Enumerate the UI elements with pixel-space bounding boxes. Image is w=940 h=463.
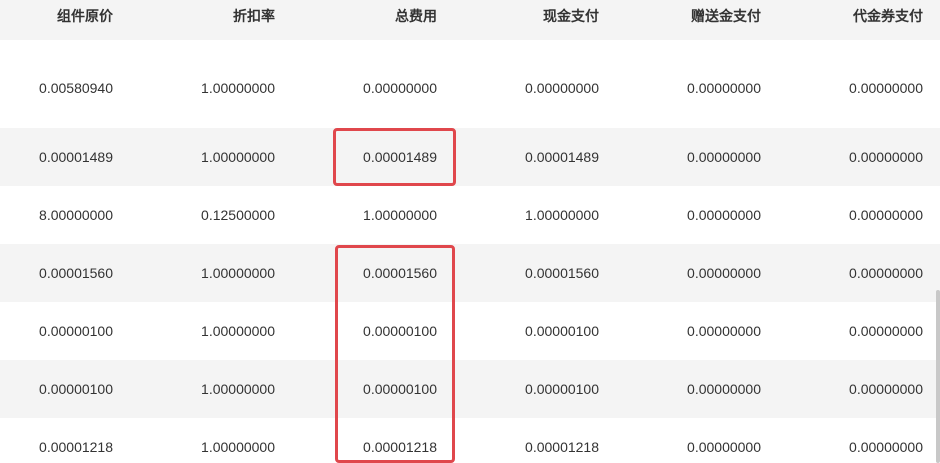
column-header-total-cost[interactable]: 总费用: [395, 0, 437, 40]
billing-table-viewport: 组件原价 折扣率 总费用 现金支付 赠送金支付 代金券支付 0.00580940…: [0, 0, 940, 463]
cell-discount-rate: 1.00000000: [201, 439, 275, 455]
column-header-voucher-payment[interactable]: 代金券支付: [853, 0, 923, 40]
table-row: 0.00580940 1.00000000 0.00000000 0.00000…: [0, 59, 940, 117]
header-spacer: [0, 40, 940, 50]
cell-voucher-payment: 0.00000000: [849, 149, 923, 165]
scrollbar-thumb[interactable]: [936, 290, 940, 463]
cell-discount-rate: 1.00000000: [201, 381, 275, 397]
cell-cash-payment: 1.00000000: [525, 207, 599, 223]
cell-total-cost: 0.00000000: [363, 80, 437, 96]
cell-cash-payment: 0.00000100: [525, 323, 599, 339]
cell-original-price: 0.00000100: [39, 323, 113, 339]
cell-bonus-payment: 0.00000000: [687, 265, 761, 281]
cell-total-cost: 0.00000100: [363, 381, 437, 397]
cell-original-price: 0.00001218: [39, 439, 113, 455]
cell-original-price: 0.00580940: [39, 80, 113, 96]
cell-total-cost: 0.00001218: [363, 439, 437, 455]
cell-original-price: 0.00000100: [39, 381, 113, 397]
cell-discount-rate: 1.00000000: [201, 323, 275, 339]
cell-discount-rate: 1.00000000: [201, 80, 275, 96]
cell-bonus-payment: 0.00000000: [687, 439, 761, 455]
cell-cash-payment: 0.00001560: [525, 265, 599, 281]
cell-bonus-payment: 0.00000000: [687, 80, 761, 96]
column-header-cash-payment[interactable]: 现金支付: [543, 0, 599, 40]
cell-voucher-payment: 0.00000000: [849, 80, 923, 96]
cell-voucher-payment: 0.00000000: [849, 207, 923, 223]
table-row: 0.00001489 1.00000000 0.00001489 0.00001…: [0, 128, 940, 186]
table-row: 0.00000100 1.00000000 0.00000100 0.00000…: [0, 302, 940, 360]
table-row: 0.00000100 1.00000000 0.00000100 0.00000…: [0, 360, 940, 418]
cell-cash-payment: 0.00001218: [525, 439, 599, 455]
cell-bonus-payment: 0.00000000: [687, 381, 761, 397]
cell-original-price: 0.00001489: [39, 149, 113, 165]
cell-voucher-payment: 0.00000000: [849, 265, 923, 281]
cell-voucher-payment: 0.00000000: [849, 439, 923, 455]
cell-cash-payment: 0.00000100: [525, 381, 599, 397]
table-header: 组件原价 折扣率 总费用 现金支付 赠送金支付 代金券支付: [0, 0, 940, 40]
cell-discount-rate: 1.00000000: [201, 265, 275, 281]
cell-bonus-payment: 0.00000000: [687, 323, 761, 339]
cell-bonus-payment: 0.00000000: [687, 149, 761, 165]
cell-discount-rate: 1.00000000: [201, 149, 275, 165]
table-row: 8.00000000 0.12500000 1.00000000 1.00000…: [0, 186, 940, 244]
cell-bonus-payment: 0.00000000: [687, 207, 761, 223]
cell-original-price: 8.00000000: [39, 207, 113, 223]
column-header-bonus-payment[interactable]: 赠送金支付: [691, 0, 761, 40]
cell-original-price: 0.00001560: [39, 265, 113, 281]
cell-total-cost: 0.00000100: [363, 323, 437, 339]
cell-voucher-payment: 0.00000000: [849, 381, 923, 397]
cell-voucher-payment: 0.00000000: [849, 323, 923, 339]
cell-cash-payment: 0.00001489: [525, 149, 599, 165]
column-header-discount-rate[interactable]: 折扣率: [233, 0, 275, 40]
cell-total-cost: 0.00001489: [363, 149, 437, 165]
cell-cash-payment: 0.00000000: [525, 80, 599, 96]
table-row: 0.00001560 1.00000000 0.00001560 0.00001…: [0, 244, 940, 302]
cell-discount-rate: 0.12500000: [201, 207, 275, 223]
cell-total-cost: 1.00000000: [363, 207, 437, 223]
column-header-original-price[interactable]: 组件原价: [57, 0, 113, 40]
table-row: 0.00001218 1.00000000 0.00001218 0.00001…: [0, 418, 940, 463]
cell-total-cost: 0.00001560: [363, 265, 437, 281]
